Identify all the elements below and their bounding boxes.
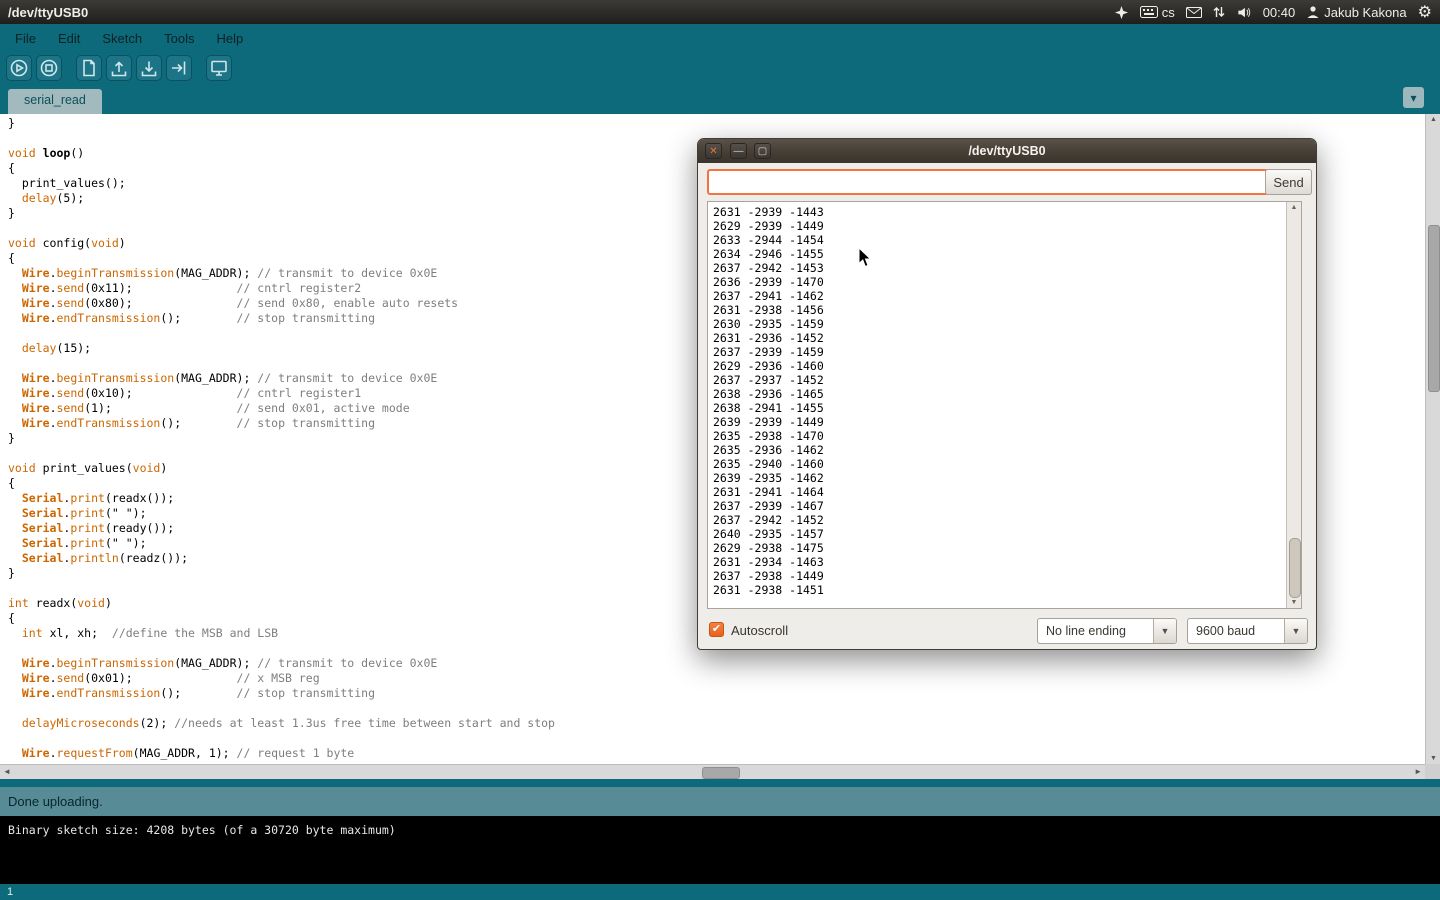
editor-vertical-scrollbar[interactable]: ▲ ▼ <box>1425 114 1440 764</box>
user-icon <box>1306 5 1320 19</box>
serial-scroll-thumb[interactable] <box>1289 538 1301 598</box>
serial-bottom-controls: ✔ Autoscroll No line ending ▼ 9600 baud … <box>698 617 1316 645</box>
line-ending-value: No line ending <box>1038 619 1153 643</box>
verify-button[interactable] <box>6 55 32 81</box>
mail-indicator[interactable] <box>1186 7 1202 18</box>
tab-menu-button[interactable]: ▾ <box>1403 87 1424 108</box>
tab-serial-read[interactable]: serial_read <box>8 89 102 114</box>
menu-edit[interactable]: Edit <box>47 26 91 51</box>
indicator-star-icon[interactable] <box>1114 5 1129 20</box>
footer-bar: 1 <box>0 884 1440 900</box>
menubar: FileEditSketchToolsHelp <box>0 24 1440 52</box>
tab-bar: serial_read ▾ <box>0 84 1440 114</box>
active-window-title: /dev/ttyUSB0 <box>8 5 88 20</box>
new-file-icon <box>78 57 100 79</box>
ide-header: FileEditSketchToolsHelp serial_read ▾ <box>0 24 1440 114</box>
scroll-left-arrow-icon[interactable]: ◄ <box>3 767 11 776</box>
menu-sketch[interactable]: Sketch <box>91 26 153 51</box>
stop-button[interactable] <box>36 55 62 81</box>
console-panel: Binary sketch size: 4208 bytes (of a 307… <box>0 816 1440 884</box>
status-message: Done uploading. <box>8 794 103 809</box>
upload-button[interactable] <box>166 55 192 81</box>
volume-indicator[interactable] <box>1236 5 1252 20</box>
serial-output-text: 2631 -2939 -1443 2629 -2939 -1449 2633 -… <box>708 202 1301 600</box>
mouse-cursor <box>858 247 872 268</box>
status-bar: Done uploading. <box>0 787 1440 816</box>
window-minimize-button[interactable]: — <box>730 143 747 159</box>
menu-file[interactable]: File <box>4 26 47 51</box>
line-ending-dropdown[interactable]: No line ending ▼ <box>1037 618 1177 644</box>
serial-send-input[interactable] <box>707 169 1269 195</box>
scrollbar-corner <box>1425 764 1440 779</box>
user-menu[interactable]: Jakub Kakona <box>1306 5 1406 20</box>
new-sketch-button[interactable] <box>76 55 102 81</box>
serial-window-titlebar[interactable]: /dev/ttyUSB0 <box>698 139 1316 163</box>
autoscroll-checkbox[interactable]: ✔ <box>709 622 724 637</box>
upload-right-arrow-icon <box>168 57 190 79</box>
user-name: Jakub Kakona <box>1324 5 1406 20</box>
keyboard-layout-label: cs <box>1162 5 1175 20</box>
network-arrows-icon <box>1213 5 1225 19</box>
verify-icon <box>8 57 30 79</box>
window-maximize-button[interactable]: ▢ <box>754 143 771 159</box>
close-icon: ✕ <box>709 146 717 157</box>
serial-scroll-down-icon[interactable]: ▼ <box>1287 599 1301 606</box>
baud-dropdown-arrow-icon[interactable]: ▼ <box>1284 619 1307 643</box>
baud-rate-dropdown[interactable]: 9600 baud ▼ <box>1187 618 1308 644</box>
editor-hscroll-thumb[interactable] <box>702 767 740 779</box>
scroll-up-arrow-icon[interactable]: ▲ <box>1426 116 1440 123</box>
editor-status-divider <box>0 779 1440 787</box>
clock[interactable]: 00:40 <box>1263 5 1296 20</box>
serial-output-scrollbar[interactable]: ▲ ▼ <box>1286 202 1301 608</box>
window-close-button[interactable]: ✕ <box>705 143 722 159</box>
scroll-right-arrow-icon[interactable]: ► <box>1414 767 1422 776</box>
serial-monitor-button[interactable] <box>206 55 232 81</box>
send-button[interactable]: Send <box>1265 169 1312 195</box>
line-ending-dropdown-arrow-icon[interactable]: ▼ <box>1153 619 1176 643</box>
mail-icon <box>1186 7 1202 18</box>
ubuntu-top-panel: /dev/ttyUSB0 cs 00:40 Jakub Kakona ⚙ <box>0 0 1440 24</box>
send-button-label: Send <box>1273 175 1303 190</box>
save-down-arrow-icon <box>138 57 160 79</box>
stop-icon <box>38 57 60 79</box>
serial-output-area[interactable]: 2631 -2939 -1443 2629 -2939 -1449 2633 -… <box>707 201 1302 609</box>
menu-help[interactable]: Help <box>205 26 254 51</box>
line-number-indicator: 1 <box>7 886 13 898</box>
minimize-icon: — <box>734 146 744 157</box>
serial-monitor-icon <box>208 57 230 79</box>
tab-menu-arrow-icon: ▾ <box>1410 91 1416 105</box>
serial-scroll-up-icon[interactable]: ▲ <box>1287 204 1301 211</box>
toolbar <box>0 52 1440 84</box>
open-up-arrow-icon <box>108 57 130 79</box>
serial-window-title: /dev/ttyUSB0 <box>968 144 1045 158</box>
open-button[interactable] <box>106 55 132 81</box>
speaker-icon <box>1236 5 1252 20</box>
scroll-down-arrow-icon[interactable]: ▼ <box>1426 755 1440 762</box>
checkmark-icon: ✔ <box>712 623 721 635</box>
editor-vscroll-thumb[interactable] <box>1428 225 1440 392</box>
menu-tools[interactable]: Tools <box>153 26 205 51</box>
editor-horizontal-scrollbar[interactable]: ◄ ► <box>0 764 1425 779</box>
console-text: Binary sketch size: 4208 bytes (of a 307… <box>0 816 1440 844</box>
baud-rate-value: 9600 baud <box>1188 619 1284 643</box>
autoscroll-label: Autoscroll <box>731 623 788 638</box>
save-button[interactable] <box>136 55 162 81</box>
serial-monitor-window: /dev/ttyUSB0 ✕ — ▢ Send 2631 -2939 -1443… <box>697 138 1317 650</box>
keyboard-layout-indicator[interactable]: cs <box>1140 5 1175 20</box>
session-gear-icon[interactable]: ⚙ <box>1418 5 1432 19</box>
maximize-icon: ▢ <box>758 146 767 157</box>
network-indicator[interactable] <box>1213 5 1225 19</box>
keyboard-icon <box>1140 6 1158 18</box>
